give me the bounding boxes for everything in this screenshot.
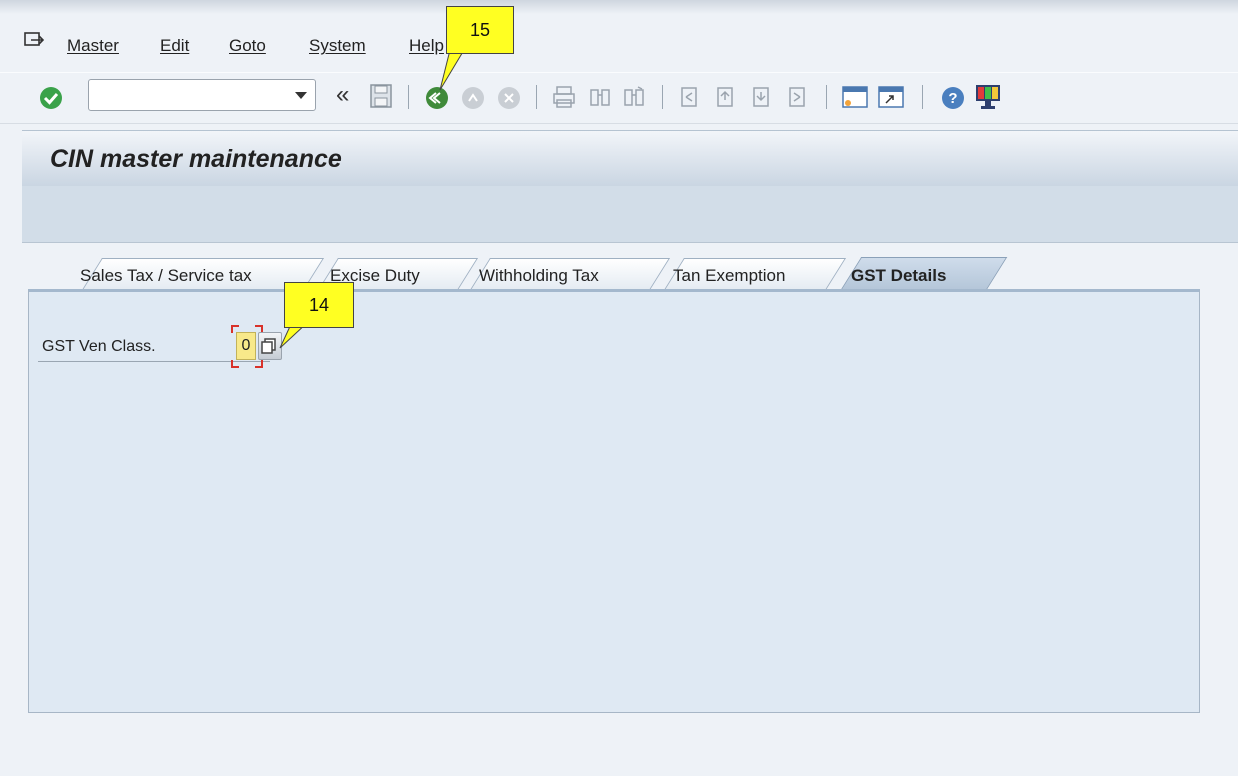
top-shadow bbox=[0, 0, 1238, 14]
gst-ven-class-input[interactable]: 0 bbox=[236, 332, 256, 360]
toolbar-separator bbox=[826, 85, 827, 109]
gst-details-panel bbox=[28, 289, 1200, 713]
callout-15-tail bbox=[439, 50, 465, 91]
toolbar-separator bbox=[922, 85, 923, 109]
svg-text:?: ? bbox=[948, 90, 957, 107]
page-title: CIN master maintenance bbox=[50, 145, 342, 173]
cancel-icon bbox=[498, 87, 520, 109]
find-icon bbox=[590, 89, 610, 106]
first-page-icon bbox=[681, 87, 697, 107]
toolbar-separator bbox=[408, 85, 409, 109]
menu-edit[interactable]: Edit bbox=[160, 36, 189, 56]
menu-goto[interactable]: Goto bbox=[229, 36, 266, 56]
print-icon bbox=[553, 86, 575, 108]
callout-14: 14 bbox=[284, 282, 354, 328]
shortcut-icon[interactable] bbox=[878, 85, 904, 109]
save-icon[interactable] bbox=[370, 84, 392, 108]
last-page-icon bbox=[789, 87, 805, 107]
callout-15: 15 bbox=[446, 6, 514, 54]
next-page-icon bbox=[753, 87, 769, 107]
required-marker bbox=[231, 360, 239, 368]
create-session-icon[interactable] bbox=[842, 85, 868, 109]
back-arrows-icon[interactable]: « bbox=[336, 81, 349, 109]
menu-exit-icon[interactable] bbox=[24, 32, 44, 50]
tab-label-sales-tax: Sales Tax / Service tax bbox=[80, 266, 252, 285]
title-bar: CIN master maintenance bbox=[22, 130, 1238, 187]
standard-toolbar: « ? bbox=[0, 72, 1238, 124]
command-field[interactable] bbox=[88, 79, 316, 111]
tab-label-withholding-tax: Withholding Tax bbox=[479, 266, 599, 285]
enter-icon[interactable] bbox=[38, 85, 64, 111]
help-icon[interactable]: ? bbox=[940, 85, 966, 111]
find-next-icon bbox=[624, 86, 644, 106]
toolbar-separator bbox=[662, 85, 663, 109]
customize-layout-icon[interactable] bbox=[974, 83, 1002, 111]
tab-label-gst-details: GST Details bbox=[851, 266, 947, 285]
menu-master[interactable]: Master bbox=[67, 36, 119, 56]
dropdown-arrow-icon[interactable] bbox=[295, 92, 307, 99]
required-marker bbox=[255, 360, 263, 368]
gst-ven-class-label: GST Ven Class. bbox=[42, 338, 156, 355]
toolbar-separator bbox=[536, 85, 537, 109]
tab-label-tan-exemption: Tan Exemption bbox=[673, 266, 786, 285]
menu-system[interactable]: System bbox=[309, 36, 366, 56]
required-marker bbox=[231, 325, 239, 333]
previous-page-icon bbox=[717, 87, 733, 107]
application-toolbar bbox=[22, 186, 1238, 243]
menu-bar: Master Edit Goto System Help bbox=[0, 24, 1238, 68]
